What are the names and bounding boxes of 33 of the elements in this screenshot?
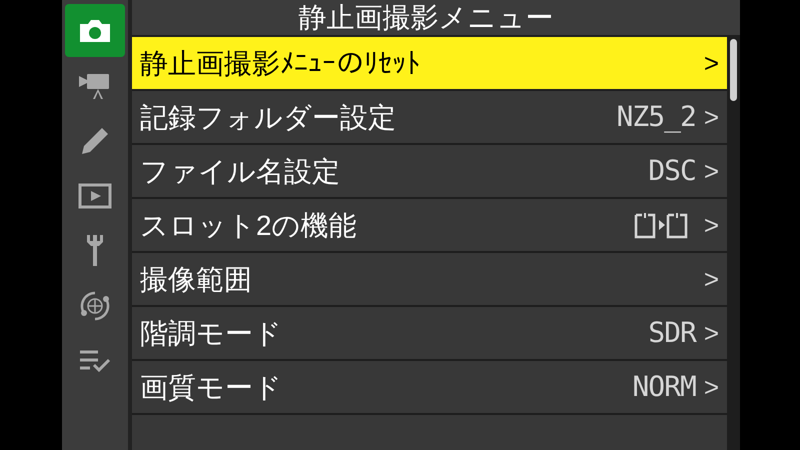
row-label: 静止画撮影ﾒﾆｭｰのﾘｾｯﾄ [140, 46, 420, 80]
menu-title: 静止画撮影メニュー [298, 1, 554, 35]
row-label: 画質モード [140, 370, 282, 404]
menu-row[interactable]: 階調モード SDR > [132, 307, 727, 359]
chevron: > [704, 266, 719, 292]
row-value: NORM [632, 373, 696, 401]
checklist-icon [78, 348, 112, 374]
row-label: スロット2の機能 [140, 208, 357, 242]
row-value: DSC [648, 157, 696, 185]
menu-row[interactable]: 画質モード NORM > [132, 361, 727, 413]
row-label: 記録フォルダー設定 [140, 100, 396, 134]
movie-camera-icon [78, 72, 112, 100]
camera-icon [78, 18, 112, 44]
chevron: > [704, 212, 719, 238]
chevron: > [704, 50, 719, 76]
chevron: > [704, 104, 719, 130]
row-value: NZ5_2 [616, 103, 696, 131]
row-label: 階調モード [140, 316, 282, 350]
chevron: > [704, 158, 719, 184]
menu-row[interactable]: 記録フォルダー設定 NZ5_2 > [132, 91, 727, 143]
menu-row[interactable]: 静止画撮影ﾒﾆｭｰのﾘｾｯﾄ > [132, 37, 727, 89]
playback-icon [78, 182, 112, 208]
scrollbar-thumb[interactable] [730, 39, 737, 101]
chevron: > [704, 320, 719, 346]
pencil-icon [80, 126, 110, 156]
menu-row[interactable]: 撮像範囲 > [132, 253, 727, 305]
row-label: 撮像範囲 [140, 262, 252, 296]
row-value: SDR [648, 319, 696, 347]
menu-row[interactable]: スロット2の機能 > [132, 199, 727, 251]
row-label: ファイル名設定 [140, 154, 340, 188]
menu-row[interactable]: ファイル名設定 DSC > [132, 145, 727, 197]
menu-tab[interactable] [65, 4, 125, 57]
chevron: > [704, 374, 719, 400]
